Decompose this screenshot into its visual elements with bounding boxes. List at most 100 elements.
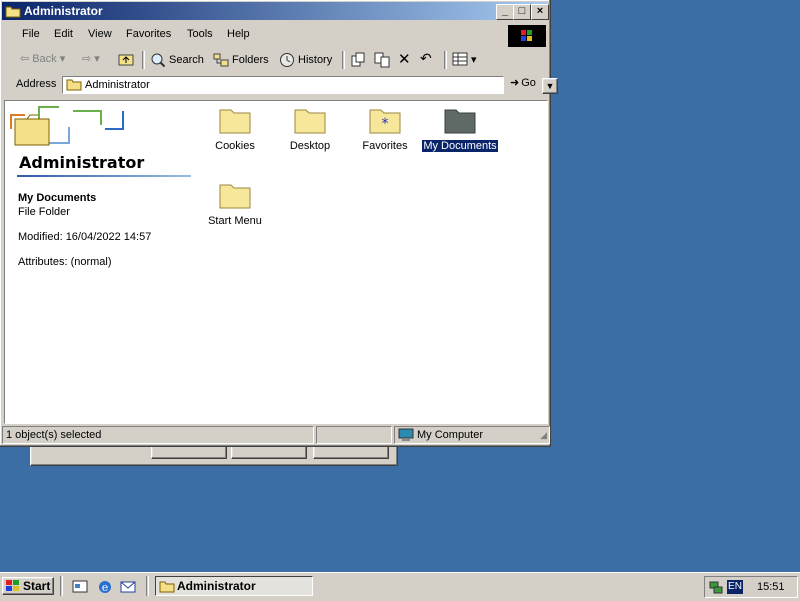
menu-tools[interactable]: Tools [187,28,213,40]
folder-icon [5,5,21,21]
outlook-express-icon[interactable] [120,579,136,595]
taskbar-task-administrator[interactable]: Administrator [155,576,313,596]
status-bar: 1 object(s) selected My Computer ◢ [2,426,550,444]
explorer-window: Administrator _ □ × File Edit View Favor… [0,0,558,447]
up-folder-icon [118,54,134,66]
menu-view[interactable]: View [88,28,112,40]
windows-logo-icon [508,25,546,47]
toolbar: ⇦ Back ▾ ⇨ ▾ Search Folders History ✕ ↶ … [8,48,548,72]
address-bar: Address Administrator ▼ ➜ Go [8,74,558,96]
language-indicator[interactable]: EN [727,580,743,594]
folders-label: Folders [232,54,269,66]
taskbar-separator [60,576,63,596]
system-tray: EN 15:51 [704,576,798,598]
up-folder-button[interactable] [118,52,134,66]
history-button[interactable]: History [279,52,332,68]
copy-to-icon [374,52,390,68]
address-label: Address [16,78,57,90]
start-button[interactable]: Start [2,577,54,595]
internet-explorer-icon[interactable]: e [97,579,113,595]
toolbar-separator [342,51,345,69]
folder-icon [159,581,175,592]
folder-label-selected: My Documents [421,139,499,153]
go-button[interactable]: ➜ Go [510,76,536,90]
clock[interactable]: 15:51 [757,581,785,593]
folder-icon [66,79,82,91]
delete-button[interactable]: ✕ [398,50,411,68]
panel-title: Administrator [19,153,145,172]
resize-grip-icon[interactable]: ◢ [540,430,547,441]
web-view-panel: Administrator My Documents File Folder M… [5,101,191,423]
minimize-button[interactable]: _ [496,4,514,20]
folder-icon [219,184,251,209]
go-arrow-icon: ➜ [510,77,520,89]
maximize-button[interactable]: □ [513,4,531,20]
undo-icon: ↶ [420,50,432,66]
menu-edit[interactable]: Edit [54,28,73,40]
folders-icon [213,53,229,67]
history-icon [280,53,294,67]
selected-item-attributes: Attributes: (normal) [18,256,112,268]
folders-button[interactable]: Folders [213,52,269,68]
start-label: Start [23,579,51,593]
folder-label: Desktop [289,140,331,152]
folder-icon [294,109,326,134]
folder-label: Cookies [215,140,255,152]
back-label: Back [32,52,57,65]
move-to-button[interactable] [350,52,366,68]
my-documents-folder-icon [444,109,476,134]
folder-content: Administrator My Documents File Folder M… [4,100,548,424]
forward-arrow-icon: ⇨ [82,53,92,65]
search-icon [151,53,166,68]
show-desktop-icon[interactable] [72,579,88,595]
title-bar[interactable]: Administrator _ □ × [2,2,549,21]
network-tray-icon[interactable] [708,579,724,595]
menu-help[interactable]: Help [227,28,250,40]
copy-to-button[interactable] [374,52,390,68]
chevron-down-icon: ▾ [59,53,66,65]
search-button[interactable]: Search [150,52,204,68]
favorites-folder-icon: * [369,109,401,134]
status-selection-text: 1 object(s) selected [6,429,102,441]
folder-icon [219,109,251,134]
taskbar-separator [146,576,149,596]
status-size [316,426,392,444]
address-dropdown-button[interactable]: ▼ [542,78,558,94]
delete-x-icon: ✕ [398,51,411,68]
web-view-header-graphic [10,106,124,146]
my-computer-icon [398,428,414,441]
folder-label: Favorites [362,140,408,152]
folder-item-start-menu[interactable]: Start Menu [195,180,275,227]
address-value: Administrator [85,79,150,91]
toolbar-separator [142,51,145,69]
back-arrow-icon: ⇦ [20,53,30,65]
status-selection: 1 object(s) selected [2,426,314,444]
svg-text:e: e [102,581,109,594]
task-label: Administrator [177,579,256,593]
taskbar: Start e Administrator EN 15:51 [0,572,800,601]
folder-item-cookies[interactable]: Cookies [195,105,275,152]
views-button[interactable]: ▾ [452,52,477,66]
svg-text:*: * [382,116,389,132]
menu-file[interactable]: File [22,28,40,40]
search-label: Search [169,54,204,66]
windows-flag-icon [6,580,19,591]
folder-item-favorites[interactable]: * Favorites [345,105,425,152]
selected-item-modified: Modified: 16/04/2022 14:57 [18,231,152,243]
selected-item-type: File Folder [18,206,70,218]
history-label: History [298,54,333,66]
views-icon [452,52,468,66]
folder-item-my-documents[interactable]: My Documents [420,105,500,153]
toolbar-separator [444,51,447,69]
selected-item-name: My Documents [18,192,97,204]
menu-favorites[interactable]: Favorites [126,28,171,40]
undo-button[interactable]: ↶ [420,50,432,67]
go-label: Go [521,76,536,89]
folder-item-desktop[interactable]: Desktop [270,105,350,152]
status-zone: My Computer ◢ [394,426,550,444]
chevron-down-icon: ▾ [471,53,477,66]
back-button[interactable]: ⇦ Back ▾ [20,52,66,66]
close-button[interactable]: × [531,4,549,20]
address-input[interactable]: Administrator ▼ [62,76,558,94]
forward-button[interactable]: ⇨ ▾ [82,52,100,65]
